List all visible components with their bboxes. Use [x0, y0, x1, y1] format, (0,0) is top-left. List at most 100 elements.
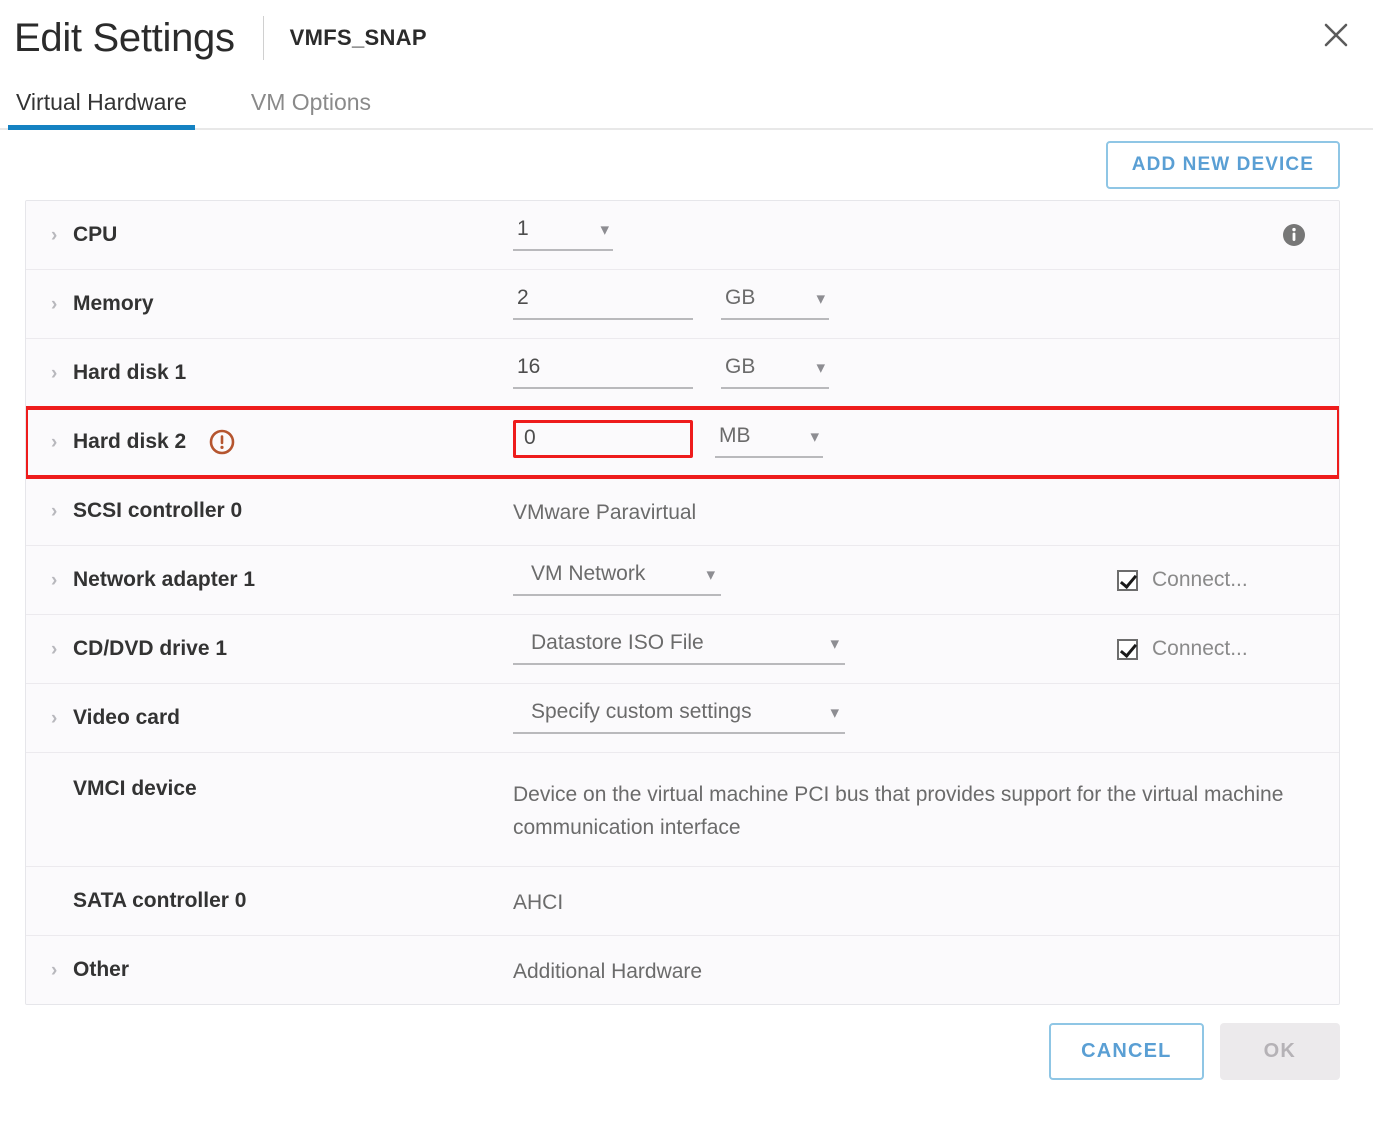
cd-dvd-connect-checkbox[interactable]: Connect...: [1117, 637, 1329, 661]
device-name: SATA controller 0: [73, 889, 247, 913]
device-value-cell: 2 GB ▾: [513, 270, 1339, 338]
device-name: Hard disk 1: [73, 361, 187, 384]
device-name: Network adapter 1: [73, 568, 256, 591]
device-label-hard-disk-1: › Hard disk 1: [26, 339, 513, 407]
scsi-controller-type: VMware Paravirtual: [513, 501, 697, 524]
device-value-cell: 1 ▾: [513, 201, 1339, 269]
chevron-right-icon[interactable]: ›: [51, 364, 73, 383]
device-label-cd-dvd-drive-1: › CD/DVD drive 1: [26, 615, 513, 683]
device-value-cell: VMware Paravirtual: [513, 477, 1339, 545]
table-row: › CPU 1 ▾: [26, 201, 1339, 270]
hard-disk-2-unit-value: MB: [719, 424, 751, 447]
hard-disk-2-unit-select[interactable]: MB ▾: [715, 424, 823, 458]
device-name: Video card: [73, 706, 180, 729]
device-name: Hard disk 2: [73, 430, 187, 453]
vmci-device-description: Device on the virtual machine PCI bus th…: [513, 783, 1284, 839]
device-label-cpu: › CPU: [26, 201, 513, 269]
sata-controller-type: AHCI: [513, 891, 564, 915]
device-value-cell: AHCI: [513, 867, 1339, 935]
chevron-down-icon: ▾: [706, 564, 715, 584]
chevron-right-icon[interactable]: ›: [51, 709, 73, 728]
network-adapter-connect-checkbox[interactable]: Connect...: [1117, 568, 1329, 592]
device-label-network-adapter-1: › Network adapter 1: [26, 546, 513, 614]
connect-label: Connect...: [1152, 637, 1248, 660]
table-row: VMCI device Device on the virtual machin…: [26, 753, 1339, 868]
table-row: › Network adapter 1 VM Network ▾ Connect…: [26, 546, 1339, 615]
memory-size-input[interactable]: 2: [513, 286, 693, 320]
hard-disk-1-size-input[interactable]: 16: [513, 355, 693, 389]
dialog-header: Edit Settings VMFS_SNAP: [0, 0, 1373, 76]
device-label-sata-controller-0: SATA controller 0: [26, 867, 513, 935]
memory-unit-select[interactable]: GB ▾: [721, 286, 829, 320]
table-row: › Memory 2 GB ▾: [26, 270, 1339, 339]
row-right-slot: [1281, 201, 1339, 269]
chevron-down-icon: ▾: [816, 288, 825, 308]
device-name: CPU: [73, 223, 118, 246]
add-new-device-button[interactable]: ADD NEW DEVICE: [1105, 141, 1340, 189]
hard-disk-1-unit-value: GB: [725, 355, 756, 378]
chevron-down-icon: ▾: [816, 357, 825, 377]
chevron-down-icon: ▾: [600, 219, 609, 239]
table-row: › CD/DVD drive 1 Datastore ISO File ▾ Co…: [26, 615, 1339, 684]
device-label-video-card: › Video card: [26, 684, 513, 752]
toolbar: ADD NEW DEVICE: [0, 130, 1373, 200]
table-row: › Video card Specify custom settings ▾: [26, 684, 1339, 753]
table-row: › Other Additional Hardware: [26, 936, 1339, 1005]
hard-disk-2-size-input[interactable]: 0: [513, 420, 693, 458]
chevron-right-icon[interactable]: ›: [51, 571, 73, 590]
dialog-footer: CANCEL OK: [0, 1005, 1373, 1097]
cpu-count-value: 1: [517, 217, 529, 240]
table-row: SATA controller 0 AHCI: [26, 867, 1339, 937]
table-row: › Hard disk 1 16 GB ▾: [26, 339, 1339, 408]
tab-vm-options[interactable]: VM Options: [243, 89, 379, 128]
device-label-memory: › Memory: [26, 270, 513, 338]
chevron-right-icon[interactable]: ›: [51, 961, 73, 980]
device-value-cell: Device on the virtual machine PCI bus th…: [513, 753, 1339, 866]
table-row: › SCSI controller 0 VMware Paravirtual: [26, 477, 1339, 546]
cpu-count-select[interactable]: 1 ▾: [513, 217, 613, 251]
device-value-cell: 0 MB ▾: [513, 408, 1339, 476]
device-name: Memory: [73, 292, 154, 315]
chevron-down-icon: ▾: [810, 426, 819, 446]
row-right-slot: Connect...: [1117, 615, 1339, 683]
device-name: Other: [73, 958, 130, 982]
tab-bar: Virtual Hardware VM Options: [0, 76, 1373, 130]
device-label-scsi-controller-0: › SCSI controller 0: [26, 477, 513, 545]
video-card-settings-select[interactable]: Specify custom settings ▾: [513, 700, 845, 734]
chevron-down-icon: ▾: [830, 633, 839, 653]
network-adapter-network-select[interactable]: VM Network ▾: [513, 562, 721, 596]
device-label-other: › Other: [26, 936, 513, 1004]
chevron-right-icon[interactable]: ›: [51, 226, 73, 245]
video-card-settings-value: Specify custom settings: [531, 700, 752, 723]
tab-virtual-hardware[interactable]: Virtual Hardware: [8, 89, 195, 130]
checkbox-checked-icon: [1117, 569, 1138, 591]
cancel-button[interactable]: CANCEL: [1049, 1022, 1204, 1080]
memory-unit-value: GB: [725, 286, 756, 309]
checkbox-checked-icon: [1117, 638, 1138, 660]
network-adapter-network-value: VM Network: [531, 562, 646, 585]
connect-label: Connect...: [1152, 568, 1248, 591]
virtual-hardware-device-table: › CPU 1 ▾ › Memory 2 GB ▾ › Hard disk 1 …: [25, 200, 1340, 1006]
device-label-vmci-device: VMCI device: [26, 753, 513, 801]
chevron-right-icon[interactable]: ›: [51, 295, 73, 314]
chevron-right-icon[interactable]: ›: [51, 433, 73, 452]
device-name: SCSI controller 0: [73, 499, 243, 522]
other-hardware-text: Additional Hardware: [513, 960, 703, 984]
device-value-cell: 16 GB ▾: [513, 339, 1339, 407]
device-label-hard-disk-2: › Hard disk 2: [26, 408, 513, 476]
chevron-right-icon[interactable]: ›: [51, 640, 73, 659]
close-icon[interactable]: [1315, 14, 1357, 56]
info-icon[interactable]: [1281, 222, 1329, 248]
vm-name-label: VMFS_SNAP: [289, 25, 427, 50]
device-value-cell: Additional Hardware: [513, 936, 1339, 1004]
hard-disk-1-unit-select[interactable]: GB ▾: [721, 355, 829, 389]
ok-button: OK: [1219, 1022, 1340, 1080]
chevron-right-icon[interactable]: ›: [51, 502, 73, 521]
table-row-highlighted: › Hard disk 2 0 MB ▾: [26, 406, 1339, 479]
warning-exclamation-icon: [208, 428, 236, 456]
cd-dvd-media-value: Datastore ISO File: [531, 631, 704, 654]
page-title: Edit Settings: [14, 16, 235, 60]
title-divider: [262, 16, 264, 60]
chevron-down-icon: ▾: [830, 702, 839, 722]
cd-dvd-media-select[interactable]: Datastore ISO File ▾: [513, 631, 845, 665]
